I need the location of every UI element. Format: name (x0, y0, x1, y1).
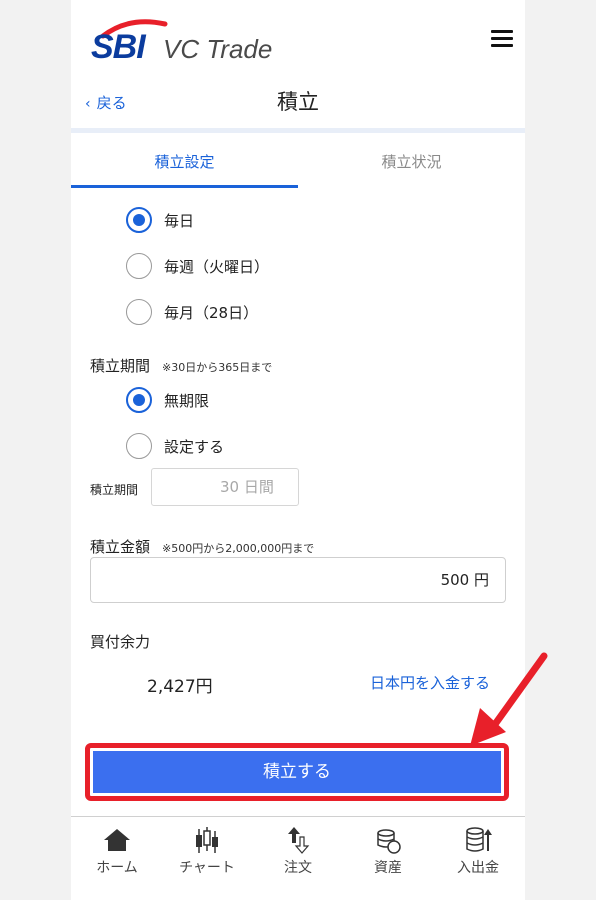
tab-settings[interactable]: 積立設定 (71, 151, 298, 172)
radio-unselected-icon (126, 253, 152, 279)
amount-input[interactable]: 500 円 (90, 557, 506, 603)
assets-icon (377, 829, 401, 854)
submit-button[interactable]: 積立する (93, 751, 501, 793)
nav-order[interactable]: 注文 (253, 825, 343, 877)
period-option-label: 設定する (164, 437, 225, 456)
nav-assets[interactable]: 資産 (343, 825, 433, 877)
order-icon (288, 827, 310, 854)
logo-vc-trade-text: VC Trade (163, 34, 273, 64)
period-days-input[interactable]: 30 日間 (151, 468, 299, 506)
tab-bar: 積立設定 積立状況 (71, 133, 525, 188)
frequency-option-label: 毎月（28日） (164, 303, 259, 322)
sbi-vc-trade-logo: SBI VC Trade (91, 18, 311, 66)
chart-icon (196, 827, 218, 853)
nav-home-label: ホーム (96, 860, 138, 876)
amount-section-label: 積立金額 ※500円から2,000,000円まで (90, 536, 314, 557)
period-option-unlimited[interactable]: 無期限 (126, 385, 209, 415)
frequency-option-daily[interactable]: 毎日 (126, 205, 194, 235)
tab-status[interactable]: 積立状況 (298, 151, 525, 172)
period-label: 積立期間 (90, 357, 151, 375)
nav-deposit-withdraw[interactable]: 入出金 (433, 825, 523, 877)
radio-selected-icon (126, 207, 152, 233)
period-section-label: 積立期間 ※30日から365日まで (90, 355, 272, 376)
nav-deposit-withdraw-label: 入出金 (457, 860, 499, 876)
active-tab-indicator (71, 185, 298, 188)
page-title: 積立 (277, 90, 319, 114)
header: SBI VC Trade (71, 0, 525, 78)
nav-chart[interactable]: チャート (162, 825, 252, 877)
bottom-nav: ホーム チャート 注文 資産 入出金 (71, 816, 525, 900)
nav-order-label: 注文 (284, 860, 312, 876)
period-option-label: 無期限 (164, 391, 210, 410)
balance-value: 2,427円 (147, 677, 213, 697)
nav-home[interactable]: ホーム (72, 825, 162, 877)
nav-bar: ‹ 戻る 積立 (71, 80, 525, 124)
frequency-option-weekly[interactable]: 毎週（火曜日） (126, 251, 269, 281)
amount-note: ※500円から2,000,000円まで (162, 542, 315, 555)
period-option-custom[interactable]: 設定する (126, 431, 224, 461)
radio-unselected-icon (126, 299, 152, 325)
annotation-arrow-icon (470, 652, 548, 746)
balance-label: 買付余力 (90, 633, 151, 651)
frequency-option-label: 毎日 (164, 211, 195, 230)
nav-assets-label: 資産 (374, 860, 402, 876)
amount-label: 積立金額 (90, 538, 151, 556)
radio-unselected-icon (126, 433, 152, 459)
nav-chart-label: チャート (179, 860, 235, 876)
logo-sbi-text: SBI (91, 28, 146, 66)
app-screen: SBI VC Trade ‹ 戻る 積立 積立設定 積立状況 毎日 毎週（火曜日）… (71, 0, 525, 900)
deposit-withdraw-icon (466, 827, 492, 852)
frequency-option-label: 毎週（火曜日） (164, 257, 270, 276)
period-note: ※30日から365日まで (162, 361, 273, 374)
frequency-option-monthly[interactable]: 毎月（28日） (126, 297, 258, 327)
period-input-label: 積立期間 (90, 483, 139, 497)
home-icon (104, 829, 130, 851)
radio-selected-icon (126, 387, 152, 413)
hamburger-menu-icon[interactable] (491, 30, 513, 48)
